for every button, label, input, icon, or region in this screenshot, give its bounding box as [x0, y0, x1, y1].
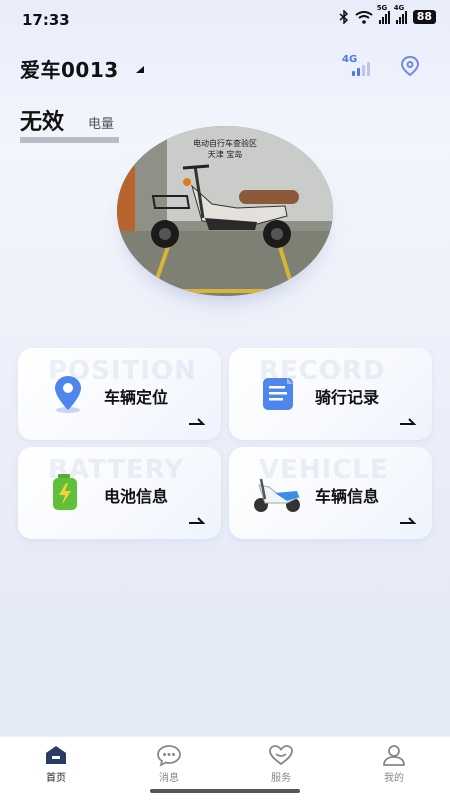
tab-label: 服务: [271, 773, 291, 784]
signal-5g-label: 5G: [376, 4, 388, 12]
photo-caption-line2: 天津 宝岛: [207, 150, 243, 159]
home-indicator[interactable]: [150, 789, 300, 793]
battery-indicator: 88: [412, 10, 436, 24]
arrow-right-icon: [400, 517, 416, 524]
card-label: 电池信息: [104, 487, 169, 506]
arrow-right-icon: [189, 517, 205, 524]
chat-bubble-icon: [157, 745, 181, 767]
tab-label: 消息: [159, 773, 179, 784]
tab-messages[interactable]: 消息: [139, 743, 199, 784]
card-riding-records[interactable]: RECORD 骑行记录: [229, 348, 432, 440]
battery-icon: [53, 474, 77, 510]
location-pin-icon[interactable]: [398, 54, 422, 78]
photo-caption: 电动自行车查验区 天津 宝岛: [117, 138, 333, 160]
tab-label: 我的: [384, 773, 404, 784]
map-pin-icon: [55, 376, 81, 413]
scooter-icon: [254, 478, 300, 512]
photo-caption-line1: 电动自行车查验区: [193, 139, 257, 148]
vehicle-selector[interactable]: 爱车0013: [20, 54, 119, 83]
tab-services[interactable]: 服务: [251, 743, 311, 784]
network-label: 4G: [342, 54, 358, 65]
home-icon: [46, 746, 66, 764]
arrow-right-icon: [400, 418, 416, 425]
tab-home[interactable]: 首页: [26, 743, 86, 784]
signal-5g-icon: 5G: [377, 4, 390, 24]
service-heart-icon: [269, 745, 293, 766]
wifi-icon: [355, 10, 373, 24]
card-label: 骑行记录: [315, 388, 380, 407]
card-label: 车辆信息: [315, 487, 380, 506]
dropdown-arrow-icon[interactable]: [136, 66, 144, 73]
signal-4g-label: 4G: [393, 4, 405, 12]
bluetooth-icon: [339, 10, 348, 24]
status-icons: 5G 4G 88: [339, 4, 436, 24]
status-time: 17:33: [22, 11, 70, 29]
vehicle-photo: 电动自行车查验区 天津 宝岛: [117, 126, 333, 296]
header: 爱车0013 4G: [20, 50, 430, 84]
card-battery-info[interactable]: BATTERY 电池信息: [18, 447, 221, 539]
card-vehicle-location[interactable]: POSITION 车辆定位: [18, 348, 221, 440]
user-icon: [383, 745, 405, 766]
power-label: 电量: [88, 117, 115, 132]
network-signal-icon: 4G: [340, 54, 372, 76]
document-icon: [263, 378, 293, 410]
card-vehicle-info[interactable]: VEHICLE 车辆信息: [229, 447, 432, 539]
signal-4g-icon: 4G: [394, 4, 407, 24]
power-level-bar: [20, 137, 119, 143]
arrow-right-icon: [189, 418, 205, 425]
power-status: 无效: [20, 110, 65, 135]
tab-label: 首页: [46, 773, 66, 784]
tab-profile[interactable]: 我的: [364, 743, 424, 784]
card-label: 车辆定位: [104, 388, 169, 407]
status-bar: 17:33 5G 4G 88: [0, 0, 450, 40]
